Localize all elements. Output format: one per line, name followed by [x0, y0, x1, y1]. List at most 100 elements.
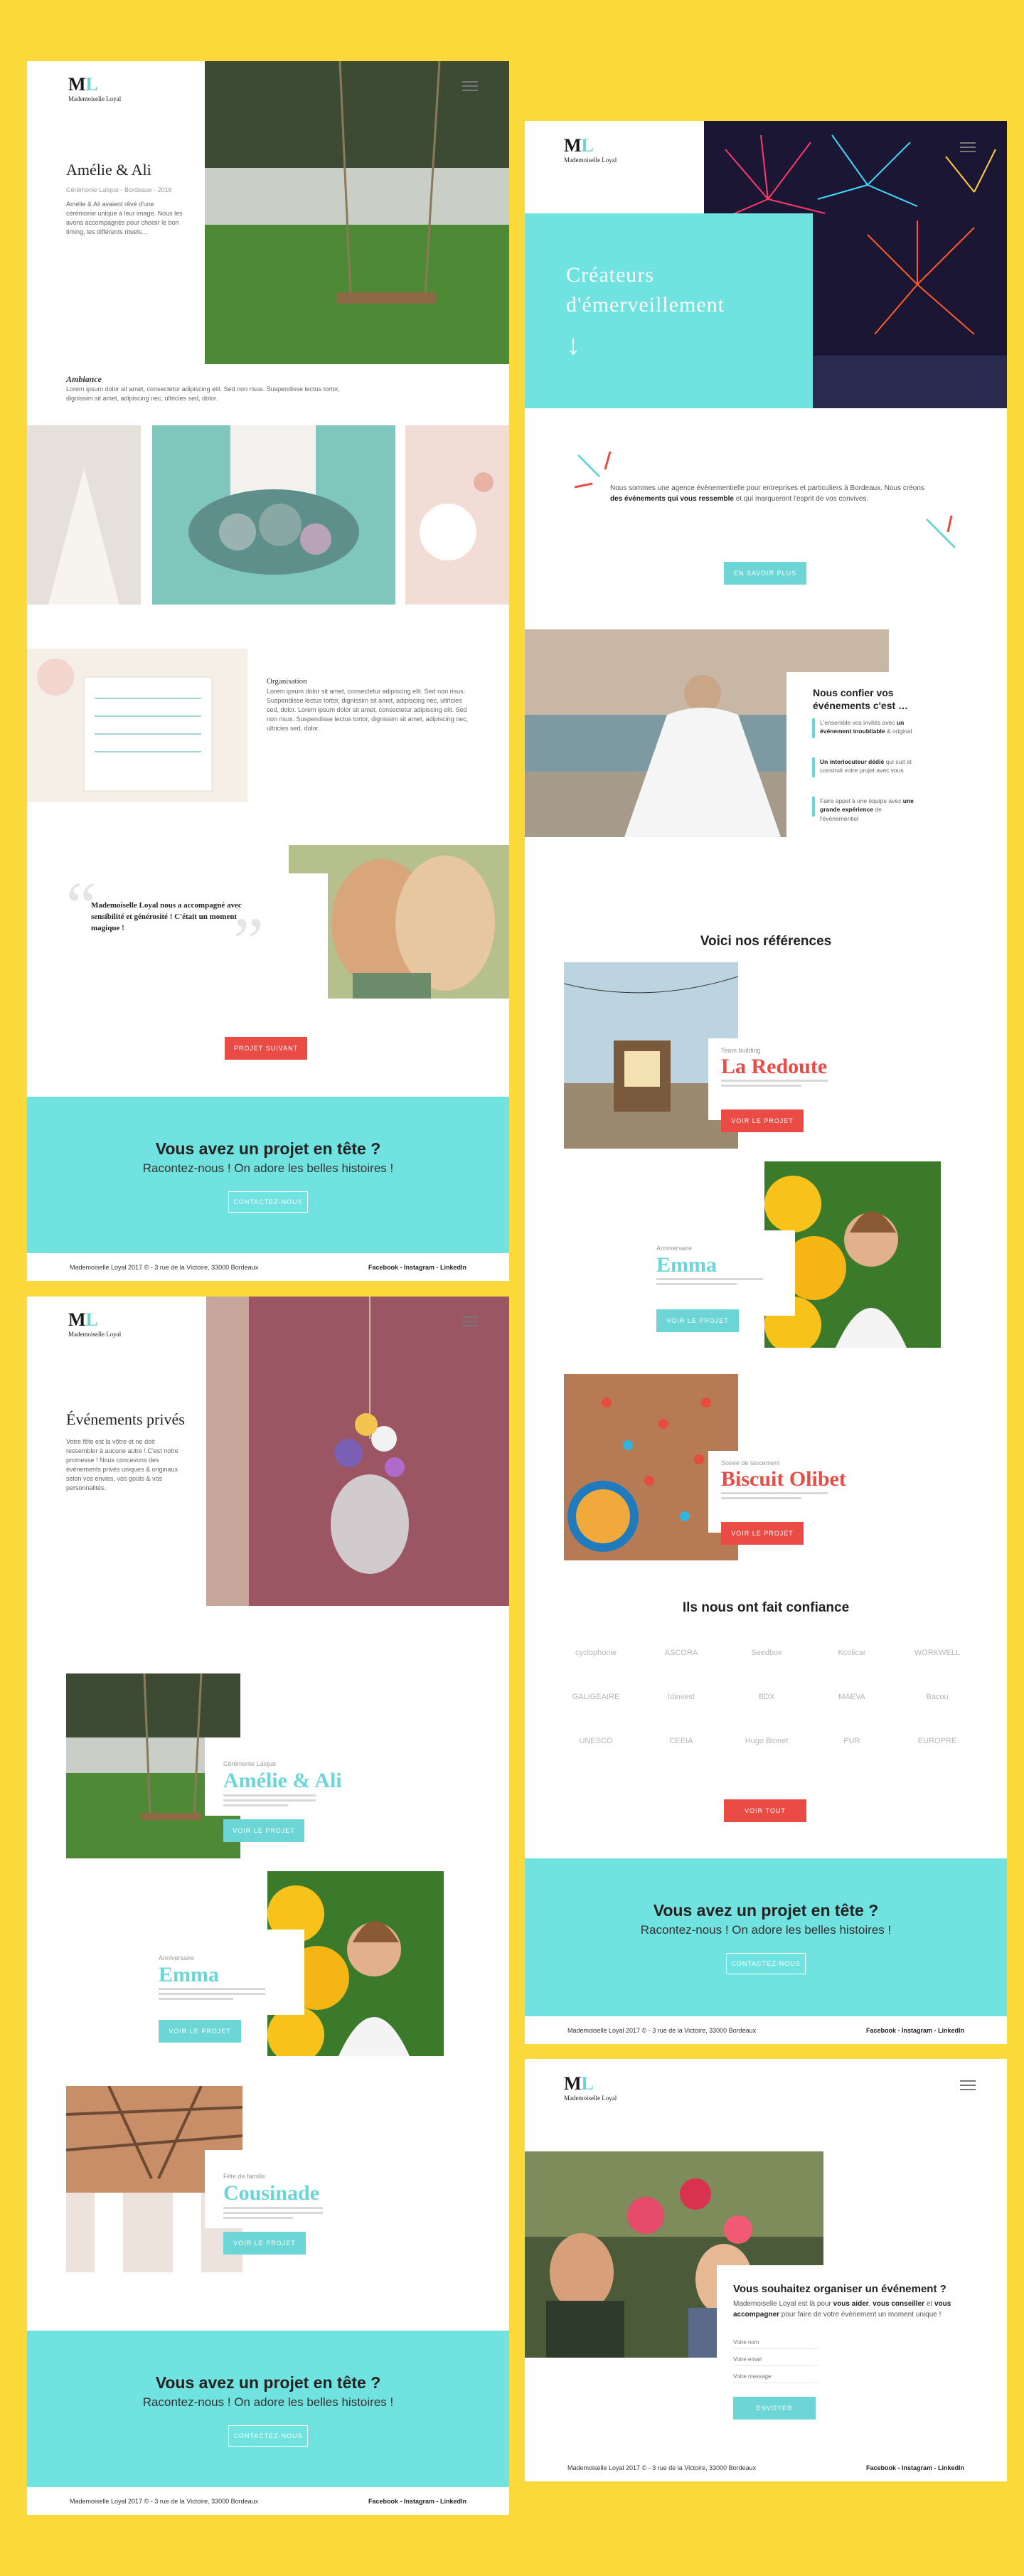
hero-title-line-2: d'émerveillement [566, 293, 725, 316]
view-all-button[interactable]: VOIR TOUT [724, 1799, 806, 1822]
page-intro: Votre fête est la vôtre et ne doit resse… [66, 1438, 178, 1492]
menu-icon[interactable] [960, 142, 976, 152]
flower-bulb-photo [206, 1297, 509, 1606]
footer-address: Mademoiselle Loyal 2017 © - 3 rue de la … [70, 1264, 259, 1271]
footer-social-links[interactable]: Facebook - Instagram - LinkedIn [368, 2498, 466, 2505]
trust-item-3: Faire appel à une équipe avec une grande… [820, 797, 914, 822]
logo[interactable]: ML Mademoiselle Loyal [68, 1311, 121, 1338]
logo[interactable]: ML Mademoiselle Loyal [564, 2075, 617, 2102]
partner-logo: MAEVA [838, 1693, 865, 1701]
reference-title: La Redoute [721, 1055, 828, 1078]
footer: Mademoiselle Loyal 2017 © - 3 rue de la … [525, 2017, 1007, 2044]
contact-page: ML Mademoiselle Loyal Vous souhaitez org… [525, 2059, 1007, 2481]
partner-logo: WORKWELL [914, 1649, 961, 1657]
private-events-page: ML Mademoiselle Loyal Événements privés … [27, 1297, 509, 2515]
cta-section: Vous avez un projet en tête ? Racontez-n… [27, 2331, 509, 2487]
item-title: Cousinade [223, 2181, 320, 2205]
partner-logo: Bacou [926, 1693, 949, 1701]
contact-button[interactable]: CONTACTEZ-NOUS [228, 2425, 308, 2447]
view-project-button[interactable]: VOIR LE PROJET [656, 1309, 739, 1332]
trust-marker [812, 718, 815, 738]
menu-icon[interactable] [462, 1316, 478, 1326]
project-intro: Amélie & Ali avaient rêvé d'une cérémoni… [66, 201, 183, 236]
item-title: Emma [159, 1963, 219, 1986]
footer-address: Mademoiselle Loyal 2017 © - 3 rue de la … [567, 2464, 757, 2471]
partner-logo: CEEIA [669, 1737, 693, 1745]
item-kicker: Anniversaire [159, 1954, 195, 1962]
footer-address: Mademoiselle Loyal 2017 © - 3 rue de la … [567, 2027, 757, 2034]
logo[interactable]: ML Mademoiselle Loyal [564, 137, 617, 164]
trust-title: Nous confier vos événements c'est … [813, 687, 909, 712]
swing-photo [205, 61, 509, 364]
agency-intro: Nous sommes une agence événementielle po… [610, 484, 924, 503]
view-project-button[interactable]: VOIR LE PROJET [721, 1522, 804, 1545]
home-page: ML Mademoiselle Loyal Créateurs d'émerve… [525, 121, 1007, 2044]
learn-more-button[interactable]: EN SAVOIR PLUS [724, 562, 806, 585]
reference-text [656, 1278, 763, 1288]
project-page: ML Mademoiselle Loyal Amélie & Ali Cérém… [27, 61, 509, 1281]
item-title: Amélie & Ali [223, 1769, 342, 1792]
partner-logo: Seedbox [751, 1649, 782, 1657]
cta-title: Vous avez un projet en tête ? [155, 2373, 381, 2392]
reference-kicker: Team building [721, 1047, 761, 1054]
next-project-button[interactable]: PROJET SUIVANT [225, 1037, 307, 1060]
reference-title: Emma [656, 1253, 717, 1277]
cta-subtitle: Racontez-nous ! On adore les belles hist… [142, 1161, 394, 1175]
footer-social-links[interactable]: Facebook - Instagram - LinkedIn [368, 1264, 466, 1271]
footer: Mademoiselle Loyal 2017 © - 3 rue de la … [525, 2454, 1007, 2481]
logo-name: Mademoiselle Loyal [68, 95, 122, 102]
view-project-button[interactable]: VOIR LE PROJET [721, 1109, 804, 1132]
logo-mark: ML [564, 2073, 594, 2094]
view-project-button[interactable]: VOIR LE PROJET [159, 2020, 241, 2043]
project-title: Amélie & Ali [66, 161, 151, 179]
contact-button[interactable]: CONTACTEZ-NOUS [228, 1191, 308, 1213]
partner-logo: Hugo Blonet [745, 1737, 789, 1745]
dress-photo [27, 425, 141, 605]
trust-item-2: Un interlocuteur dédié qui suit et const… [820, 758, 912, 775]
footer-address: Mademoiselle Loyal 2017 © - 3 rue de la … [70, 2498, 259, 2505]
ambiance-text: Lorem ipsum dolor sit amet, consectetur … [66, 385, 340, 403]
logo[interactable]: ML Mademoiselle Loyal [68, 75, 122, 103]
logo-mark: ML [564, 135, 594, 156]
item-text [223, 2207, 323, 2222]
footer-social-links[interactable]: Facebook - Instagram - LinkedIn [866, 2464, 964, 2471]
partner-logo: cyclophonie [575, 1649, 617, 1657]
partner-logo: EUROPRE [917, 1737, 957, 1745]
trust-marker [812, 797, 815, 816]
item-text [223, 1794, 316, 1809]
reference-title: Biscuit Olibet [721, 1467, 846, 1491]
partner-logo: Idinvest [668, 1693, 695, 1701]
cta-subtitle: Racontez-nous ! On adore les belles hist… [142, 2395, 394, 2409]
view-project-button[interactable]: VOIR LE PROJET [223, 1819, 304, 1842]
confetti-icon [925, 515, 956, 549]
partner-logo: BDX [758, 1693, 775, 1701]
planner-photo [27, 649, 247, 802]
cta-section: Vous avez un projet en tête ? Racontez-n… [27, 1097, 509, 1253]
email-input[interactable] [733, 2353, 818, 2366]
reference-text [721, 1492, 828, 1502]
menu-icon[interactable] [960, 2080, 976, 2090]
project-meta: Cérémonie Laïque - Bordeaux - 2016 [66, 186, 172, 193]
contact-title: Vous souhaitez organiser un événement ? [733, 2283, 946, 2295]
trust-item-1: L'ensemble vos invités avec un événement… [820, 719, 912, 735]
cta-subtitle: Racontez-nous ! On adore les belles hist… [640, 1923, 892, 1937]
footer: Mademoiselle Loyal 2017 © - 3 rue de la … [27, 1254, 509, 1281]
hero-title-line-1: Créateurs [566, 263, 654, 287]
send-button[interactable]: ENVOYER [733, 2397, 816, 2420]
view-project-button[interactable]: VOIR LE PROJET [223, 2232, 306, 2255]
scroll-down-icon[interactable]: ↓ [566, 331, 580, 359]
partner-logo: PUR [843, 1737, 860, 1745]
cta-section: Vous avez un projet en tête ? Racontez-n… [525, 1858, 1007, 2016]
photo-cutout [289, 873, 328, 999]
menu-icon[interactable] [462, 81, 478, 91]
message-input[interactable] [733, 2370, 818, 2383]
contact-button[interactable]: CONTACTEZ-NOUS [726, 1953, 806, 1974]
reference-text [721, 1080, 828, 1090]
footer-social-links[interactable]: Facebook - Instagram - LinkedIn [866, 2027, 964, 2034]
partner-logo: UNESCO [579, 1737, 613, 1745]
name-input[interactable] [733, 2336, 818, 2349]
cta-title: Vous avez un projet en tête ? [155, 1139, 381, 1158]
reference-kicker: Anniversaire [656, 1245, 693, 1252]
testimonial-quote: Mademoiselle Loyal nous a accompagné ave… [91, 901, 242, 932]
logo-mark: ML [68, 1309, 98, 1330]
